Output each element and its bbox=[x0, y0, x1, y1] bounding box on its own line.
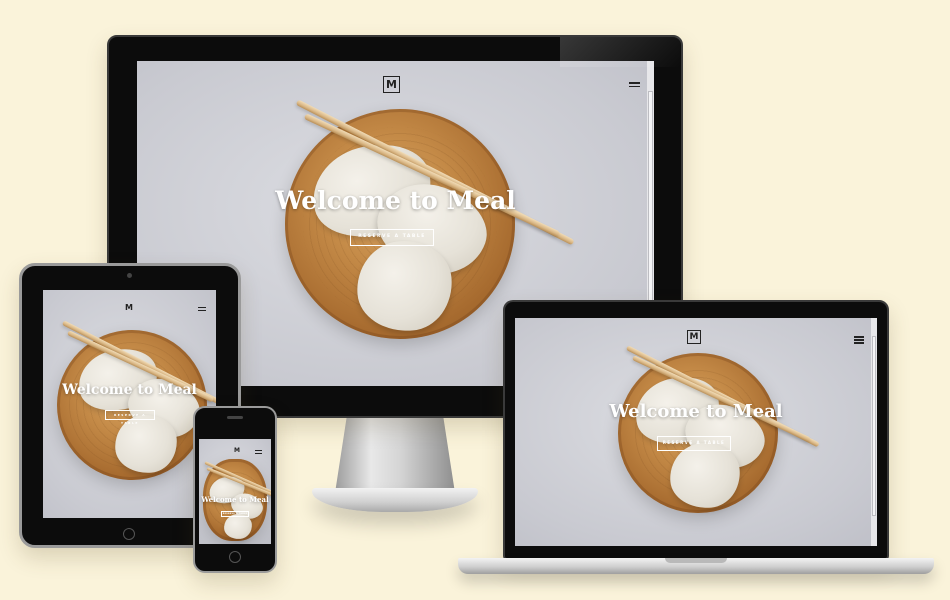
site-logo[interactable]: M bbox=[383, 76, 400, 93]
hero-title: Welcome to Meal bbox=[201, 495, 269, 504]
phone-speaker bbox=[227, 416, 243, 419]
menu-hamburger-icon[interactable] bbox=[255, 450, 262, 454]
phone-screen: M Welcome to Meal Reserve a table bbox=[199, 439, 271, 544]
monitor-stand-base bbox=[312, 488, 478, 512]
hero-title: Welcome to Meal bbox=[275, 186, 516, 215]
phone-home-button-icon[interactable] bbox=[229, 551, 241, 563]
laptop-notch bbox=[665, 558, 727, 563]
menu-hamburger-icon[interactable] bbox=[198, 307, 206, 311]
reserve-table-button[interactable]: Reserve a table bbox=[350, 229, 434, 246]
hero-title: Welcome to Meal bbox=[62, 382, 197, 398]
site-logo[interactable]: M bbox=[234, 447, 240, 454]
page-scrollbar[interactable] bbox=[871, 318, 877, 546]
tablet-home-button-icon[interactable] bbox=[123, 528, 135, 540]
tablet-camera bbox=[127, 273, 132, 278]
monitor-stand-neck bbox=[335, 415, 455, 493]
site-logo[interactable]: M bbox=[125, 303, 133, 312]
reserve-table-button[interactable]: Reserve a table bbox=[657, 436, 731, 451]
tablet-screen: M Welcome to Meal Reserve a table bbox=[43, 290, 216, 518]
hero-title: Welcome to Meal bbox=[609, 401, 783, 422]
laptop-screen: M Welcome to Meal Reserve a table bbox=[515, 318, 877, 546]
menu-hamburger-icon[interactable] bbox=[629, 82, 640, 87]
reserve-table-button[interactable]: Reserve a table bbox=[221, 511, 249, 517]
menu-hamburger-icon[interactable] bbox=[854, 336, 864, 344]
monitor-glare bbox=[560, 37, 680, 67]
site-logo[interactable]: M bbox=[687, 330, 701, 344]
reserve-table-button[interactable]: Reserve a table bbox=[105, 410, 155, 425]
